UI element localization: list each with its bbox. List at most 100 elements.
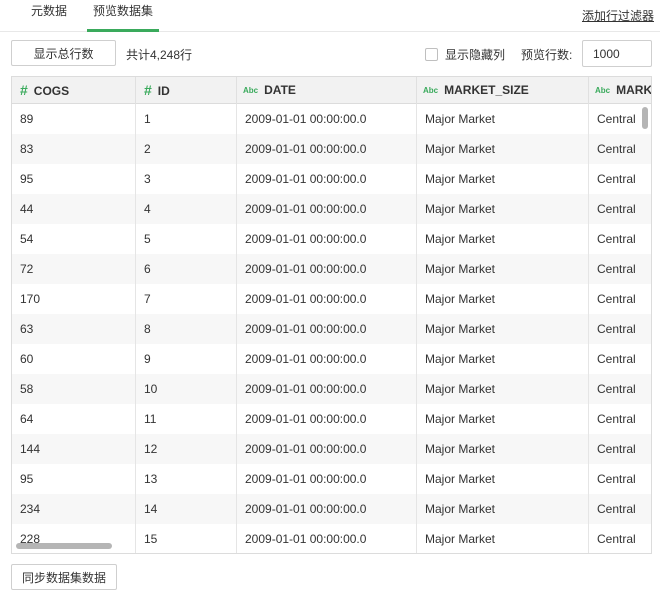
id-cell: 12 bbox=[136, 434, 237, 464]
show-total-rows-button[interactable]: 显示总行数 bbox=[11, 40, 116, 66]
column-header-label: MARKET_SIZE bbox=[444, 83, 529, 97]
preview-rows-input[interactable] bbox=[582, 40, 652, 67]
table-row[interactable]: 144 12 2009-01-01 00:00:00.0 Major Market Ce… bbox=[12, 434, 651, 464]
tab-bar: 元数据 预览数据集 添加行过滤器 bbox=[0, 0, 660, 32]
id-cell: 13 bbox=[136, 464, 237, 494]
show-hidden-columns-checkbox[interactable] bbox=[425, 48, 438, 61]
market-cell: Central bbox=[597, 142, 636, 156]
table-row[interactable]: 63 8 2009-01-01 00:00:00.0 Major Market Cent… bbox=[12, 314, 651, 344]
id-cell: 10 bbox=[136, 374, 237, 404]
id-cell: 15 bbox=[136, 524, 237, 553]
date-cell: 2009-01-01 00:00:00.0 bbox=[237, 344, 417, 374]
cogs-cell: 89 bbox=[12, 104, 136, 134]
id-cell: 6 bbox=[136, 254, 237, 284]
id-cell: 9 bbox=[136, 344, 237, 374]
market-size-cell: Major Market bbox=[417, 224, 589, 254]
table-row[interactable]: 44 4 2009-01-01 00:00:00.0 Major Market Cent… bbox=[12, 194, 651, 224]
table-row[interactable]: 228 15 2009-01-01 00:00:00.0 Major Market Ce… bbox=[12, 524, 651, 553]
preview-rows-label: 预览行数: bbox=[521, 48, 573, 62]
table-row[interactable]: 170 7 2009-01-01 00:00:00.0 Major Market Cen… bbox=[12, 284, 651, 314]
market-cell: Central bbox=[597, 442, 636, 456]
market-size-cell: Major Market bbox=[417, 374, 589, 404]
tab-metadata[interactable]: 元数据 bbox=[16, 0, 82, 32]
market-size-cell: Major Market bbox=[417, 464, 589, 494]
show-hidden-columns-toggle[interactable]: 显示隐藏列 bbox=[425, 46, 505, 63]
id-cell: 7 bbox=[136, 284, 237, 314]
column-header-date[interactable]: Abc DATE bbox=[237, 77, 417, 104]
id-cell: 11 bbox=[136, 404, 237, 434]
date-cell: 2009-01-01 00:00:00.0 bbox=[237, 404, 417, 434]
market-size-cell: Major Market bbox=[417, 494, 589, 524]
date-cell: 2009-01-01 00:00:00.0 bbox=[237, 164, 417, 194]
id-cell: 14 bbox=[136, 494, 237, 524]
text-type-icon: Abc bbox=[243, 86, 259, 95]
column-header-market[interactable]: Abc MARKET bbox=[589, 77, 651, 104]
market-size-cell: Major Market bbox=[417, 104, 589, 134]
cogs-cell: 44 bbox=[12, 194, 136, 224]
date-cell: 2009-01-01 00:00:00.0 bbox=[237, 224, 417, 254]
market-cell: Central bbox=[597, 292, 636, 306]
date-cell: 2009-01-01 00:00:00.0 bbox=[237, 134, 417, 164]
market-size-cell: Major Market bbox=[417, 164, 589, 194]
cogs-cell: 72 bbox=[12, 254, 136, 284]
market-size-cell: Major Market bbox=[417, 344, 589, 374]
column-header-label: DATE bbox=[264, 83, 296, 97]
cogs-cell: 54 bbox=[12, 224, 136, 254]
date-cell: 2009-01-01 00:00:00.0 bbox=[237, 464, 417, 494]
market-size-cell: Major Market bbox=[417, 404, 589, 434]
table-row[interactable]: 95 3 2009-01-01 00:00:00.0 Major Market Cent… bbox=[12, 164, 651, 194]
column-header-id[interactable]: # ID bbox=[136, 77, 237, 104]
text-type-icon: Abc bbox=[423, 86, 439, 95]
market-size-cell: Major Market bbox=[417, 314, 589, 344]
table-row[interactable]: 83 2 2009-01-01 00:00:00.0 Major Market Cent… bbox=[12, 134, 651, 164]
cogs-cell: 228 bbox=[12, 524, 136, 553]
cogs-cell: 64 bbox=[12, 404, 136, 434]
active-tab-indicator bbox=[87, 29, 159, 32]
horizontal-scrollbar[interactable] bbox=[16, 543, 112, 549]
column-header-market-size[interactable]: Abc MARKET_SIZE bbox=[417, 77, 589, 104]
vertical-scrollbar[interactable] bbox=[642, 107, 648, 129]
table-row[interactable]: 60 9 2009-01-01 00:00:00.0 Major Market Cent… bbox=[12, 344, 651, 374]
date-cell: 2009-01-01 00:00:00.0 bbox=[237, 374, 417, 404]
id-cell: 8 bbox=[136, 314, 237, 344]
date-cell: 2009-01-01 00:00:00.0 bbox=[237, 194, 417, 224]
date-cell: 2009-01-01 00:00:00.0 bbox=[237, 434, 417, 464]
table-row[interactable]: 234 14 2009-01-01 00:00:00.0 Major Market Ce… bbox=[12, 494, 651, 524]
market-size-cell: Major Market bbox=[417, 134, 589, 164]
table-row[interactable]: 58 10 2009-01-01 00:00:00.0 Major Market Cen… bbox=[12, 374, 651, 404]
market-cell: Central bbox=[597, 352, 636, 366]
market-size-cell: Major Market bbox=[417, 194, 589, 224]
data-preview-grid: # COGS # ID Abc DATE Abc MARKET_SIZE Abc MARK… bbox=[11, 76, 652, 554]
column-header-label: ID bbox=[157, 84, 170, 98]
market-size-cell: Major Market bbox=[417, 434, 589, 464]
id-cell: 1 bbox=[136, 104, 237, 134]
cogs-cell: 58 bbox=[12, 374, 136, 404]
market-cell: Central bbox=[597, 412, 636, 426]
market-size-cell: Major Market bbox=[417, 524, 589, 553]
show-hidden-columns-label: 显示隐藏列 bbox=[445, 48, 506, 62]
cogs-cell: 170 bbox=[12, 284, 136, 314]
column-header-label: COGS bbox=[33, 84, 70, 98]
market-cell: Central bbox=[597, 202, 636, 216]
table-row[interactable]: 72 6 2009-01-01 00:00:00.0 Major Market Cent… bbox=[12, 254, 651, 284]
cogs-cell: 95 bbox=[12, 464, 136, 494]
market-cell: Central bbox=[597, 472, 636, 486]
table-row[interactable]: 89 1 2009-01-01 00:00:00.0 Major Market Cent… bbox=[12, 104, 651, 134]
date-cell: 2009-01-01 00:00:00.0 bbox=[237, 494, 417, 524]
date-cell: 2009-01-01 00:00:00.0 bbox=[237, 284, 417, 314]
sync-dataset-data-button[interactable]: 同步数据集数据 bbox=[11, 564, 117, 590]
cogs-cell: 63 bbox=[12, 314, 136, 344]
date-cell: 2009-01-01 00:00:00.0 bbox=[237, 104, 417, 134]
number-type-icon: # bbox=[144, 82, 152, 98]
add-row-filter-link[interactable]: 添加行过滤器 bbox=[582, 7, 654, 24]
id-cell: 3 bbox=[136, 164, 237, 194]
table-row[interactable]: 64 11 2009-01-01 00:00:00.0 Major Market Cen… bbox=[12, 404, 651, 434]
table-row[interactable]: 95 13 2009-01-01 00:00:00.0 Major Market Cen… bbox=[12, 464, 651, 494]
column-header-cogs[interactable]: # COGS bbox=[12, 77, 136, 104]
id-cell: 4 bbox=[136, 194, 237, 224]
market-cell: Central bbox=[597, 322, 636, 336]
table-row[interactable]: 54 5 2009-01-01 00:00:00.0 Major Market Cent… bbox=[12, 224, 651, 254]
number-type-icon: # bbox=[20, 82, 28, 98]
tab-preview-dataset[interactable]: 预览数据集 bbox=[87, 0, 159, 32]
cogs-cell: 144 bbox=[12, 434, 136, 464]
